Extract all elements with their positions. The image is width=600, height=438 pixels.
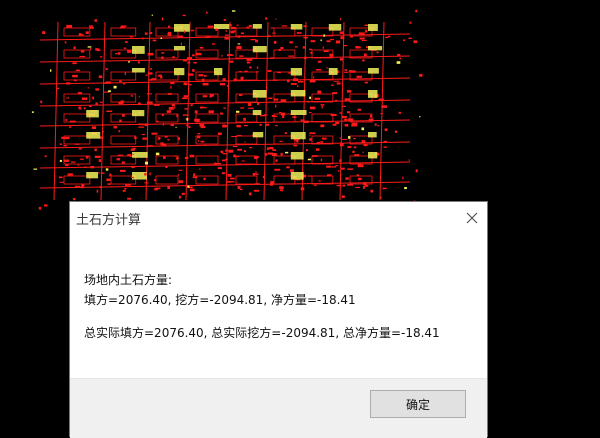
earthwork-dialog: 土石方计算 场地内土石方量: 填方=2076.40, 挖方=-2094.81, … bbox=[69, 201, 488, 438]
close-button[interactable] bbox=[457, 202, 487, 233]
ok-button[interactable]: 确定 bbox=[370, 390, 466, 418]
dialog-title: 土石方计算 bbox=[76, 213, 142, 228]
total-volume-values: 总实际填方=2076.40, 总实际挖方=-2094.81, 总净方量=-18.… bbox=[84, 326, 440, 340]
dialog-title-bar[interactable]: 土石方计算 bbox=[70, 202, 487, 233]
dialog-content: 场地内土石方量: 填方=2076.40, 挖方=-2094.81, 净方量=-1… bbox=[70, 233, 487, 377]
close-icon bbox=[466, 212, 478, 223]
dialog-footer: 确定 bbox=[70, 378, 487, 438]
site-volume-heading: 场地内土石方量: bbox=[84, 273, 173, 287]
site-volume-values: 填方=2076.40, 挖方=-2094.81, 净方量=-18.41 bbox=[84, 293, 356, 307]
